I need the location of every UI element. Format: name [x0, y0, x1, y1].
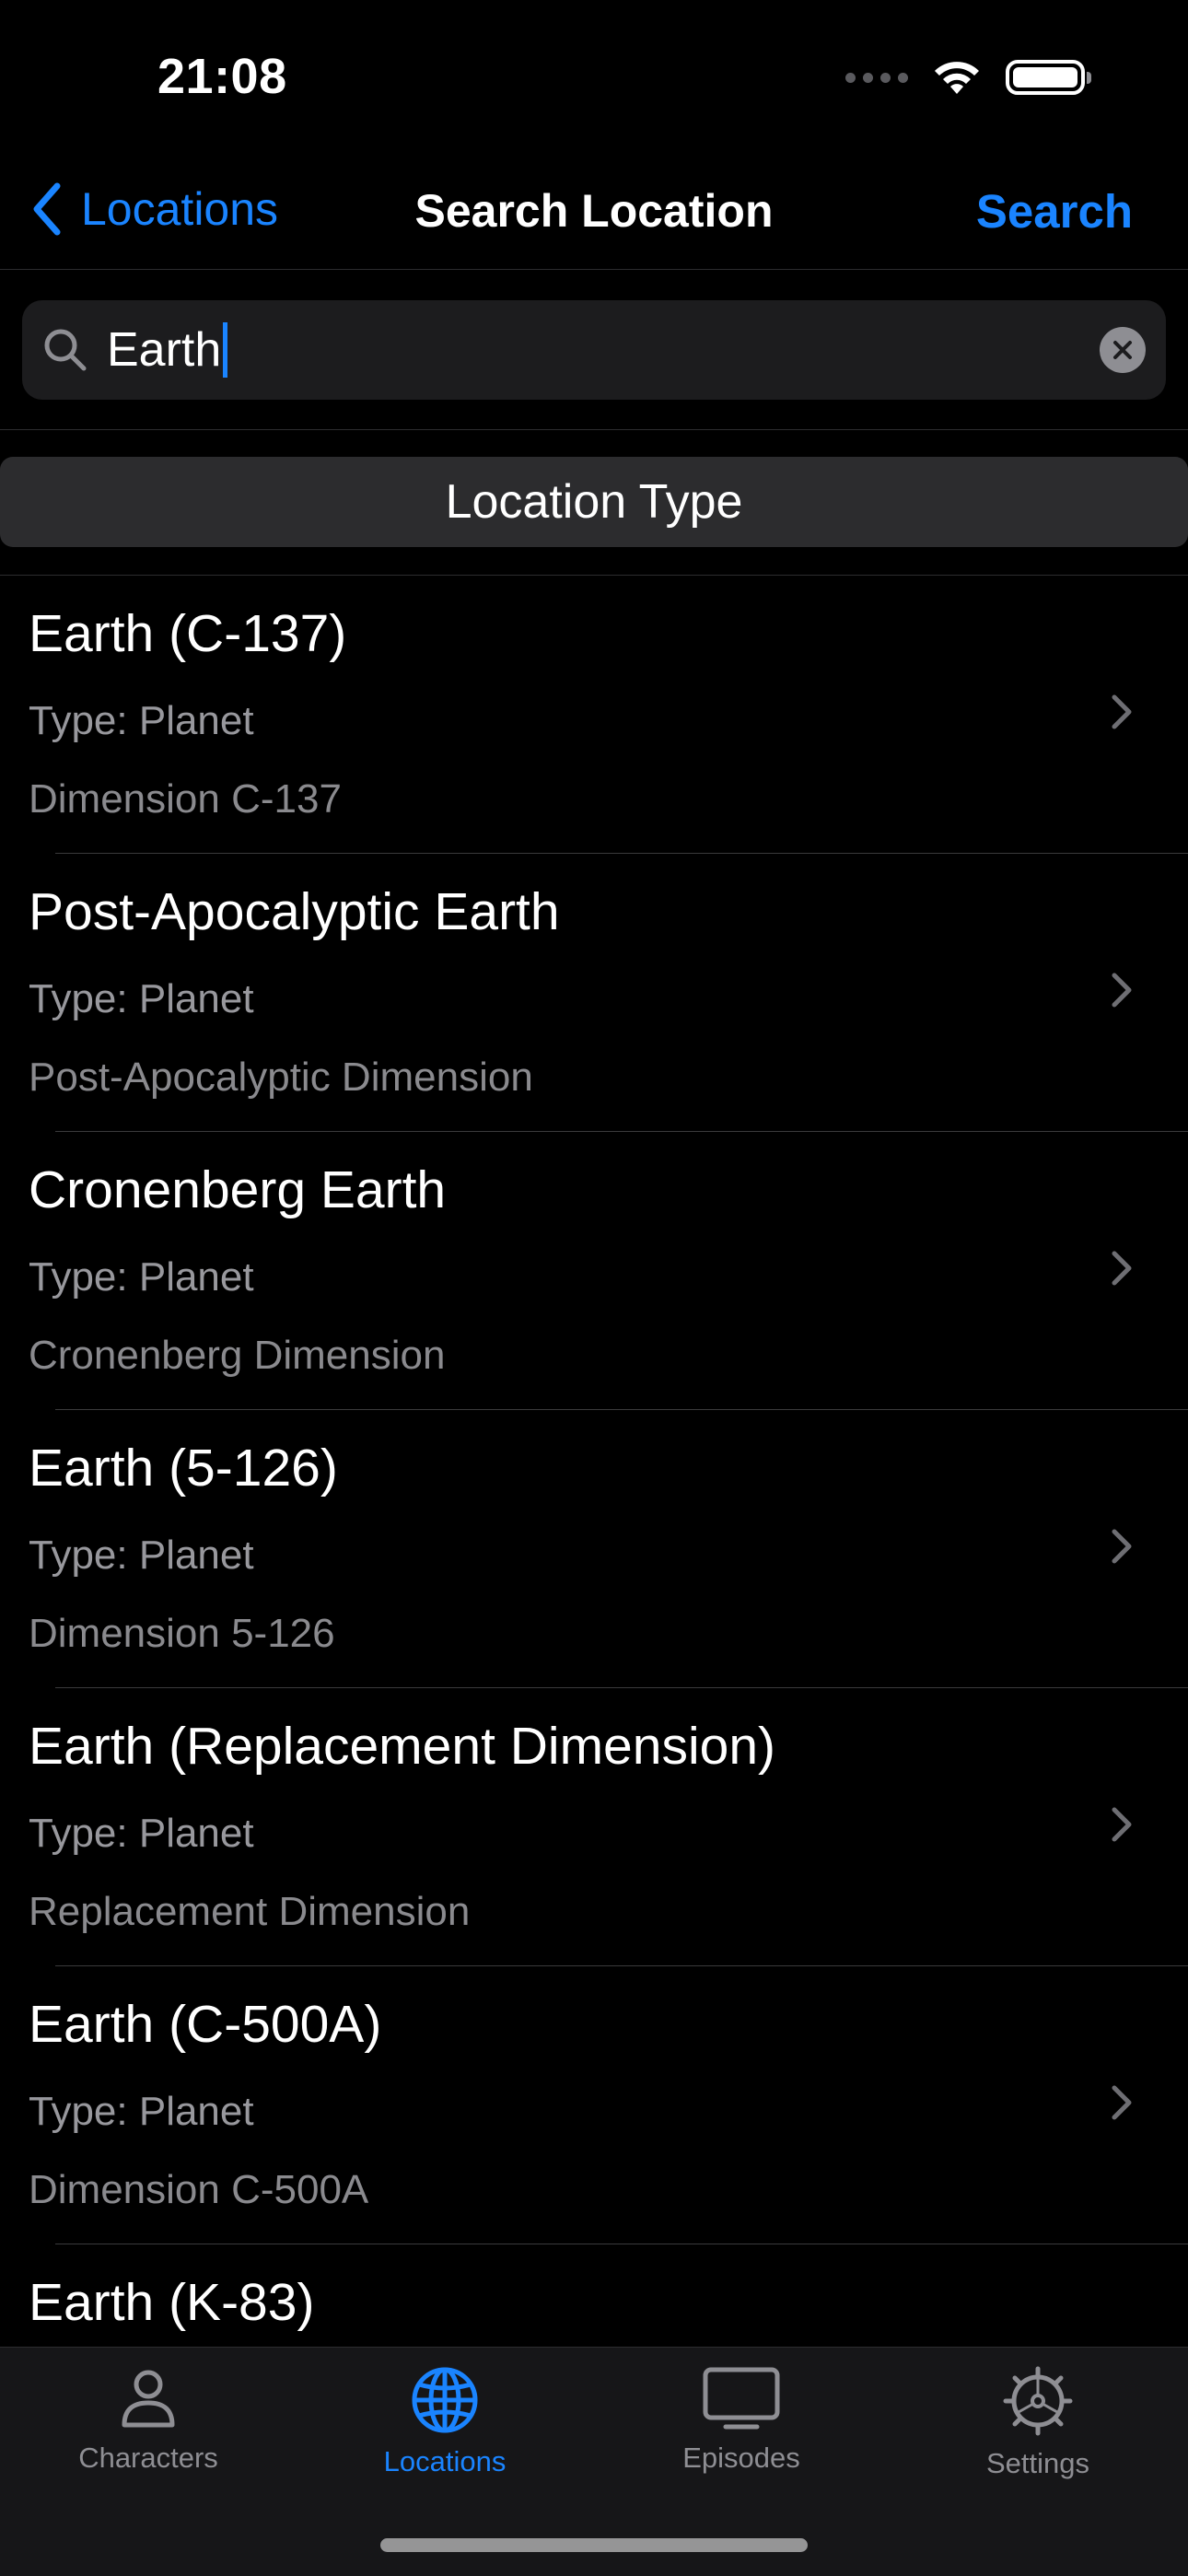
- location-row[interactable]: Earth (C-500A) Type: Planet Dimension C-50…: [29, 1966, 1188, 2244]
- person-icon: [122, 2370, 175, 2428]
- location-name: Earth (5-126): [29, 1439, 338, 1498]
- location-type: Type: Planet: [29, 1811, 254, 1856]
- tab-episodes[interactable]: Episodes: [593, 2366, 890, 2504]
- location-row[interactable]: Cronenberg Earth Type: Planet Cronenberg D…: [29, 1132, 1188, 1410]
- location-row[interactable]: Earth (C-137) Type: Planet Dimension C-137: [29, 576, 1188, 854]
- location-list: Earth (C-137) Type: Planet Dimension C-137…: [0, 575, 1188, 2348]
- clear-search-button[interactable]: [1100, 327, 1146, 373]
- location-type-button[interactable]: Location Type: [0, 457, 1188, 547]
- search-area: Earth: [0, 269, 1188, 430]
- location-type: Type: Planet: [29, 1254, 254, 1300]
- chevron-right-icon: [1112, 2085, 1132, 2120]
- location-name: Earth (Replacement Dimension): [29, 1717, 775, 1776]
- location-dimension: Dimension C-500A: [29, 2167, 369, 2212]
- location-name: Cronenberg Earth: [29, 1160, 447, 1219]
- tab-locations[interactable]: Locations: [297, 2366, 593, 2504]
- chevron-right-icon: [1112, 973, 1132, 1008]
- wifi-icon: [935, 62, 979, 94]
- tab-characters[interactable]: Characters: [0, 2366, 297, 2504]
- search-field[interactable]: Earth: [22, 300, 1166, 400]
- tab-bar: Characters Locations Episodes Settings: [0, 2347, 1188, 2576]
- tab-label: Settings: [985, 2447, 1089, 2479]
- status-time: 21:08: [157, 49, 287, 104]
- close-icon: [1113, 341, 1132, 359]
- text-cursor: [223, 322, 228, 378]
- tab-label: Characters: [78, 2442, 218, 2474]
- battery-icon: [1006, 60, 1091, 95]
- search-button[interactable]: Search: [976, 184, 1133, 239]
- chevron-right-icon: [1112, 694, 1132, 729]
- chevron-right-icon: [1112, 1807, 1132, 1842]
- status-icons: [845, 57, 1091, 98]
- location-name: Earth (C-500A): [29, 1995, 382, 2054]
- navigation-bar: Locations Search Location Search: [0, 157, 1188, 270]
- location-type: Type: Planet: [29, 976, 254, 1021]
- location-row[interactable]: Earth (5-126) Type: Planet Dimension 5-126: [29, 1410, 1188, 1688]
- location-type: Type: Planet: [29, 698, 254, 743]
- tv-icon: [703, 2367, 780, 2430]
- location-name: Post-Apocalyptic Earth: [29, 882, 560, 941]
- location-dimension: Cronenberg Dimension: [29, 1333, 446, 1378]
- location-row[interactable]: Earth (K-83): [29, 2244, 1188, 2348]
- search-input[interactable]: Earth: [107, 322, 221, 378]
- location-row[interactable]: Post-Apocalyptic Earth Type: Planet Post-A…: [29, 854, 1188, 1132]
- location-dimension: Dimension 5-126: [29, 1611, 335, 1656]
- location-dimension: Replacement Dimension: [29, 1889, 471, 1934]
- tab-settings[interactable]: Settings: [890, 2366, 1186, 2504]
- home-indicator: [380, 2538, 808, 2552]
- location-dimension: Post-Apocalyptic Dimension: [29, 1055, 533, 1100]
- chevron-right-icon: [1112, 1251, 1132, 1286]
- cellular-signal-icon: [845, 72, 908, 83]
- gear-icon: [1003, 2366, 1073, 2436]
- location-row[interactable]: Earth (Replacement Dimension) Type: Plane…: [29, 1688, 1188, 1966]
- location-type: Type: Planet: [29, 2089, 254, 2134]
- location-name: Earth (K-83): [29, 2273, 315, 2332]
- status-bar: 21:08: [0, 0, 1188, 157]
- tab-label: Episodes: [682, 2442, 800, 2474]
- location-dimension: Dimension C-137: [29, 776, 342, 822]
- location-name: Earth (C-137): [29, 604, 347, 663]
- search-icon: [42, 327, 88, 373]
- tab-label: Locations: [383, 2445, 507, 2477]
- globe-icon: [412, 2367, 478, 2433]
- location-type: Type: Planet: [29, 1533, 254, 1578]
- chevron-right-icon: [1112, 1529, 1132, 1564]
